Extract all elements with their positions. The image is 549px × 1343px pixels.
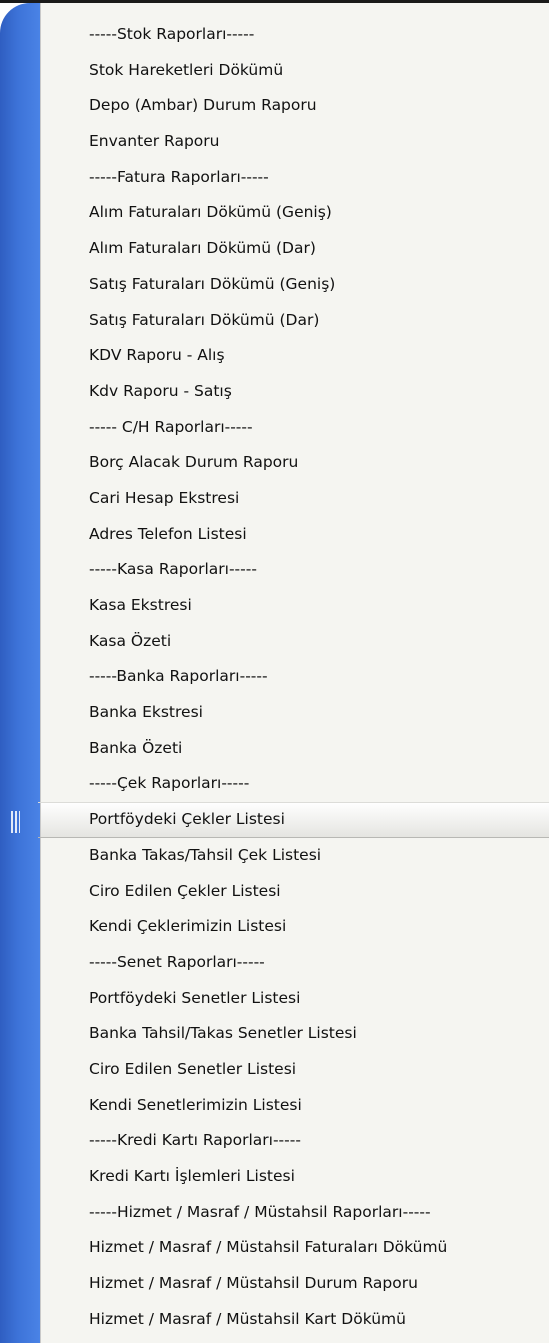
menu-item[interactable]: Depo (Ambar) Durum Raporu: [41, 88, 549, 124]
menu-item[interactable]: Borç Alacak Durum Raporu: [41, 445, 549, 481]
menu-panel: -----Stok Raporları----- Stok Hareketleri…: [38, 3, 549, 1343]
menu-section-header: -----Kredi Kartı Raporları-----: [89, 1131, 301, 1150]
menu-item-list: -----Stok Raporları----- Stok Hareketleri…: [38, 17, 549, 1338]
menu-item[interactable]: Banka Ekstresi: [41, 695, 549, 731]
menu-item[interactable]: Banka Özeti: [41, 731, 549, 767]
reports-popup-menu: -----Stok Raporları----- Stok Hareketleri…: [0, 0, 549, 1343]
menu-section-header: -----Kasa Raporları-----: [89, 560, 257, 579]
menu-side-strip: [0, 3, 40, 1343]
menu-item[interactable]: Alım Faturaları Dökümü (Dar): [41, 231, 549, 267]
menu-section-header: -----Hizmet / Masraf / Müstahsil Raporla…: [89, 1202, 431, 1221]
menu-item[interactable]: Satış Faturaları Dökümü (Dar): [41, 303, 549, 339]
menu-item[interactable]: Kendi Senetlerimizin Listesi: [41, 1088, 549, 1124]
menu-section-header: -----Fatura Raporları-----: [89, 167, 269, 186]
menu-item[interactable]: Envanter Raporu: [41, 124, 549, 160]
menu-item[interactable]: Adres Telefon Listesi: [41, 517, 549, 553]
menu-item[interactable]: Portföydeki Senetler Listesi: [41, 981, 549, 1017]
grip-handle-icon[interactable]: [11, 811, 20, 833]
menu-item[interactable]: Satış Faturaları Dökümü (Geniş): [41, 267, 549, 303]
menu-item[interactable]: Portföydeki Çekler Listesi: [38, 802, 549, 838]
menu-item[interactable]: Kasa Özeti: [41, 624, 549, 660]
menu-item[interactable]: Banka Tahsil/Takas Senetler Listesi: [41, 1016, 549, 1052]
menu-item[interactable]: Kdv Raporu - Satış: [41, 374, 549, 410]
menu-item[interactable]: Stok Hareketleri Dökümü: [41, 53, 549, 89]
menu-item[interactable]: Hizmet / Masraf / Müstahsil Durum Raporu: [41, 1266, 549, 1302]
menu-item[interactable]: Banka Takas/Tahsil Çek Listesi: [41, 838, 549, 874]
menu-section-header: -----Banka Raporları-----: [89, 667, 268, 686]
menu-item[interactable]: Ciro Edilen Çekler Listesi: [41, 874, 549, 910]
menu-item[interactable]: Hizmet / Masraf / Müstahsil Faturaları D…: [41, 1230, 549, 1266]
menu-item[interactable]: Cari Hesap Ekstresi: [41, 481, 549, 517]
menu-section-header: -----Stok Raporları-----: [89, 25, 255, 43]
menu-item[interactable]: Alım Faturaları Dökümü (Geniş): [41, 195, 549, 231]
menu-item[interactable]: Kasa Ekstresi: [41, 588, 549, 624]
menu-item[interactable]: Kendi Çeklerimizin Listesi: [41, 909, 549, 945]
menu-item[interactable]: KDV Raporu - Alış: [41, 338, 549, 374]
menu-item[interactable]: Ciro Edilen Senetler Listesi: [41, 1052, 549, 1088]
menu-section-header: -----Çek Raporları-----: [89, 774, 250, 793]
menu-item[interactable]: Hizmet / Masraf / Müstahsil Kart Dökümü: [41, 1302, 549, 1338]
menu-item[interactable]: Kredi Kartı İşlemleri Listesi: [41, 1159, 549, 1195]
menu-section-header: -----Senet Raporları-----: [89, 952, 265, 971]
menu-section-header: ----- C/H Raporları-----: [89, 417, 253, 436]
